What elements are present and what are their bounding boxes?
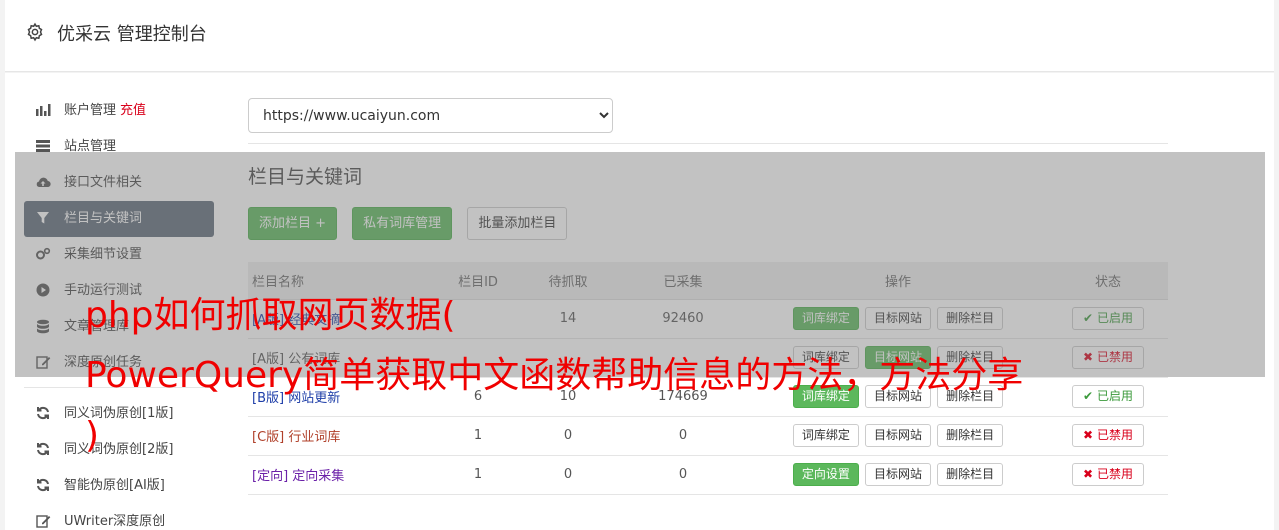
article-headline-line-1: php如何抓取网页数据( bbox=[85, 295, 456, 336]
table-row: [定向] 定向采集 1 0 0 定向设置 目标网站 删除栏目 ✖ 已禁用 bbox=[248, 455, 1168, 495]
status-toggle[interactable]: ✔ 已启用 bbox=[1072, 385, 1144, 408]
bar-chart-icon bbox=[35, 103, 51, 119]
sidebar-item-synonym-v2[interactable]: 同义词伪原创[2版] bbox=[24, 432, 214, 468]
pending-count[interactable]: 0 bbox=[518, 455, 618, 495]
status-toggle[interactable]: ✖ 已禁用 bbox=[1072, 463, 1144, 486]
cross-icon: ✖ bbox=[1083, 428, 1094, 442]
collected-count: 0 bbox=[618, 455, 748, 495]
column-name-cell: [C版] 行业词库 bbox=[248, 416, 438, 456]
recharge-link[interactable]: 充值 bbox=[120, 103, 146, 118]
sidebar-item-label: UWriter深度原创 bbox=[64, 514, 166, 529]
version-tag: [C版] bbox=[252, 430, 285, 445]
status-label: 已禁用 bbox=[1096, 428, 1133, 442]
gray-overlay-band bbox=[15, 152, 1265, 377]
refresh-icon bbox=[35, 442, 51, 458]
status-label: 已启用 bbox=[1096, 389, 1133, 403]
sidebar-item-label: 同义词伪原创[2版] bbox=[64, 442, 174, 457]
refresh-icon bbox=[35, 478, 51, 494]
bind-library-button[interactable]: 词库绑定 bbox=[792, 424, 859, 447]
sidebar-item-uwriter[interactable]: UWriter深度原创 bbox=[24, 504, 214, 530]
status-cell: ✔ 已启用 bbox=[1048, 377, 1168, 417]
column-name-cell: [定向] 定向采集 bbox=[248, 455, 438, 495]
table-row: [C版] 行业词库 1 0 0 词库绑定 目标网站 删除栏目 ✖ 已禁用 bbox=[248, 416, 1168, 456]
delete-column-button[interactable]: 删除栏目 bbox=[937, 424, 1004, 447]
sidebar-item-smart-ai[interactable]: 智能伪原创[AI版] bbox=[24, 468, 214, 504]
check-icon: ✔ bbox=[1083, 389, 1094, 403]
sidebar-item-account[interactable]: 账户管理 充值 bbox=[24, 93, 214, 129]
version-tag: [定向] bbox=[252, 469, 289, 484]
site-select[interactable]: https://www.ucaiyun.com bbox=[248, 98, 613, 133]
pending-count[interactable]: 0 bbox=[518, 416, 618, 456]
content-divider bbox=[248, 143, 1168, 144]
edit-icon bbox=[35, 514, 51, 530]
actions-cell: 定向设置 目标网站 删除栏目 bbox=[748, 455, 1048, 495]
delete-column-button[interactable]: 删除栏目 bbox=[937, 463, 1004, 486]
target-site-button[interactable]: 目标网站 bbox=[864, 463, 931, 486]
status-cell: ✖ 已禁用 bbox=[1048, 455, 1168, 495]
status-toggle[interactable]: ✖ 已禁用 bbox=[1072, 424, 1144, 447]
status-cell: ✖ 已禁用 bbox=[1048, 416, 1168, 456]
cross-icon: ✖ bbox=[1083, 467, 1094, 481]
sidebar-item-synonym-v1[interactable]: 同义词伪原创[1版] bbox=[24, 396, 214, 432]
app-header: 优采云 管理控制台 bbox=[5, 0, 1274, 72]
target-site-button[interactable]: 目标网站 bbox=[864, 424, 931, 447]
sidebar-item-label: 智能伪原创[AI版] bbox=[64, 478, 165, 493]
collected-count: 0 bbox=[618, 416, 748, 456]
sidebar-item-label: 账户管理 bbox=[64, 103, 117, 118]
status-label: 已禁用 bbox=[1096, 467, 1133, 481]
column-id: 1 bbox=[438, 416, 518, 456]
article-headline-line-2: PowerQuery简单获取中文函数帮助信息的方法，方法分享 bbox=[85, 355, 1024, 396]
page-title: 优采云 管理控制台 bbox=[57, 24, 207, 45]
actions-cell: 词库绑定 目标网站 删除栏目 bbox=[748, 416, 1048, 456]
gear-icon bbox=[27, 22, 43, 42]
column-name-link[interactable]: 行业词库 bbox=[288, 430, 340, 445]
column-id: 1 bbox=[438, 455, 518, 495]
directed-settings-button[interactable]: 定向设置 bbox=[792, 463, 859, 486]
refresh-icon bbox=[35, 406, 51, 422]
column-name-link[interactable]: 定向采集 bbox=[292, 469, 344, 484]
sidebar-item-label: 同义词伪原创[1版] bbox=[64, 406, 174, 421]
article-headline-line-3: ) bbox=[85, 415, 100, 456]
